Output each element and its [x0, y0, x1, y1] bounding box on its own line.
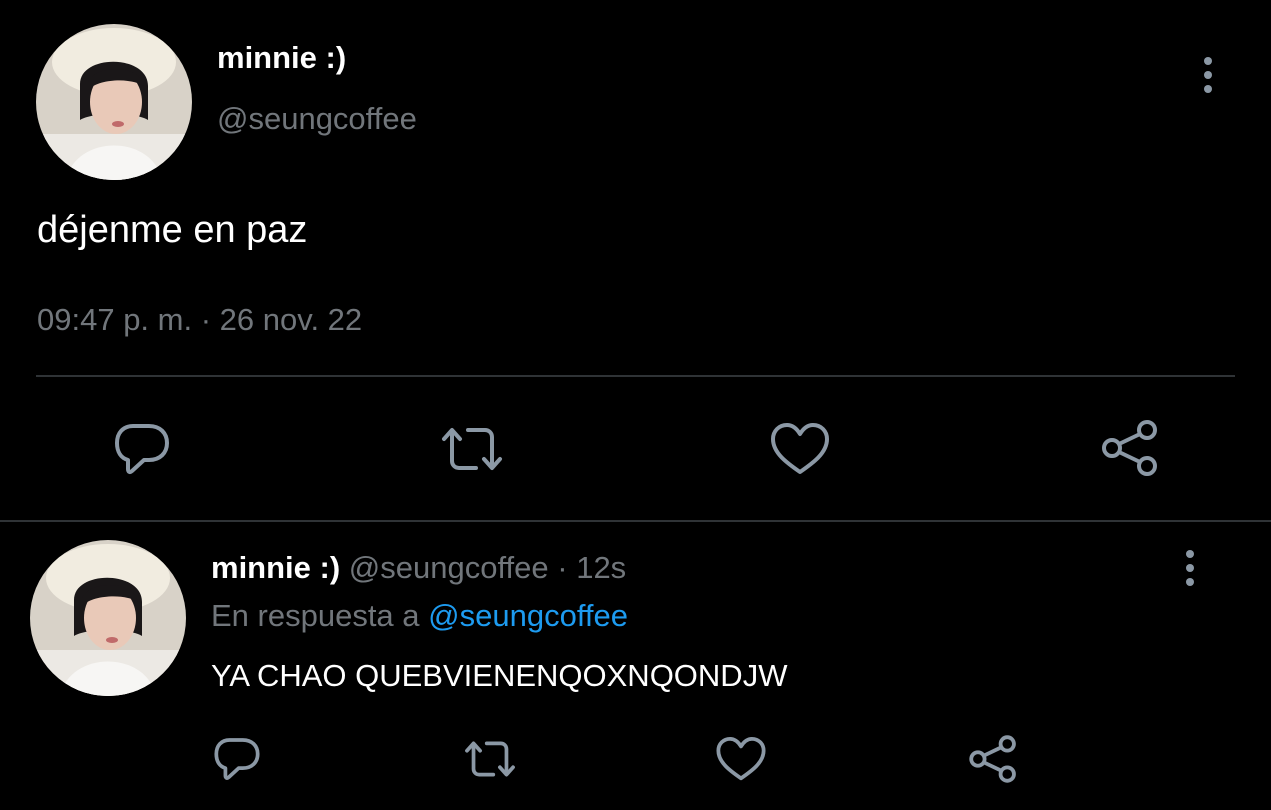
display-name[interactable]: minnie :) — [217, 40, 346, 76]
more-options-icon[interactable] — [1190, 52, 1226, 98]
like-icon[interactable] — [768, 421, 832, 477]
more-options-icon[interactable] — [1172, 545, 1208, 591]
reply-separator: · — [557, 550, 568, 585]
meta-separator: · — [200, 302, 212, 337]
like-icon[interactable] — [714, 735, 768, 783]
tweet-detail-page: minnie :) @seungcoffee déjenme en paz 09… — [0, 0, 1271, 810]
section-divider — [0, 520, 1271, 522]
in-reply-to: En respuesta a @seungcoffee — [211, 598, 628, 634]
reply-avatar[interactable] — [30, 540, 186, 696]
share-icon[interactable] — [966, 733, 1020, 785]
reply-icon[interactable] — [212, 735, 262, 783]
reply-header: minnie :) @seungcoffee · 12s — [211, 550, 626, 586]
avatar[interactable] — [36, 24, 192, 180]
reply-username[interactable]: @seungcoffee — [349, 550, 549, 585]
in-reply-to-label: En respuesta a — [211, 598, 420, 633]
reply-icon[interactable] — [112, 421, 172, 477]
tweet-date: 26 nov. 22 — [219, 302, 363, 337]
reply-display-name[interactable]: minnie :) — [211, 550, 340, 585]
in-reply-to-link[interactable]: @seungcoffee — [428, 598, 628, 633]
tweet-time: 09:47 p. m. — [37, 302, 193, 337]
reply-time[interactable]: 12s — [576, 550, 626, 585]
retweet-icon[interactable] — [461, 735, 519, 783]
retweet-icon[interactable] — [438, 421, 506, 477]
tweet-timestamp[interactable]: 09:47 p. m. · 26 nov. 22 — [37, 302, 362, 338]
tweet-text: déjenme en paz — [37, 209, 308, 251]
divider — [36, 375, 1235, 377]
username[interactable]: @seungcoffee — [217, 101, 417, 137]
share-icon[interactable] — [1098, 419, 1162, 477]
reply-text: YA CHAO QUEBVIENENQOXNQONDJW — [211, 658, 788, 693]
